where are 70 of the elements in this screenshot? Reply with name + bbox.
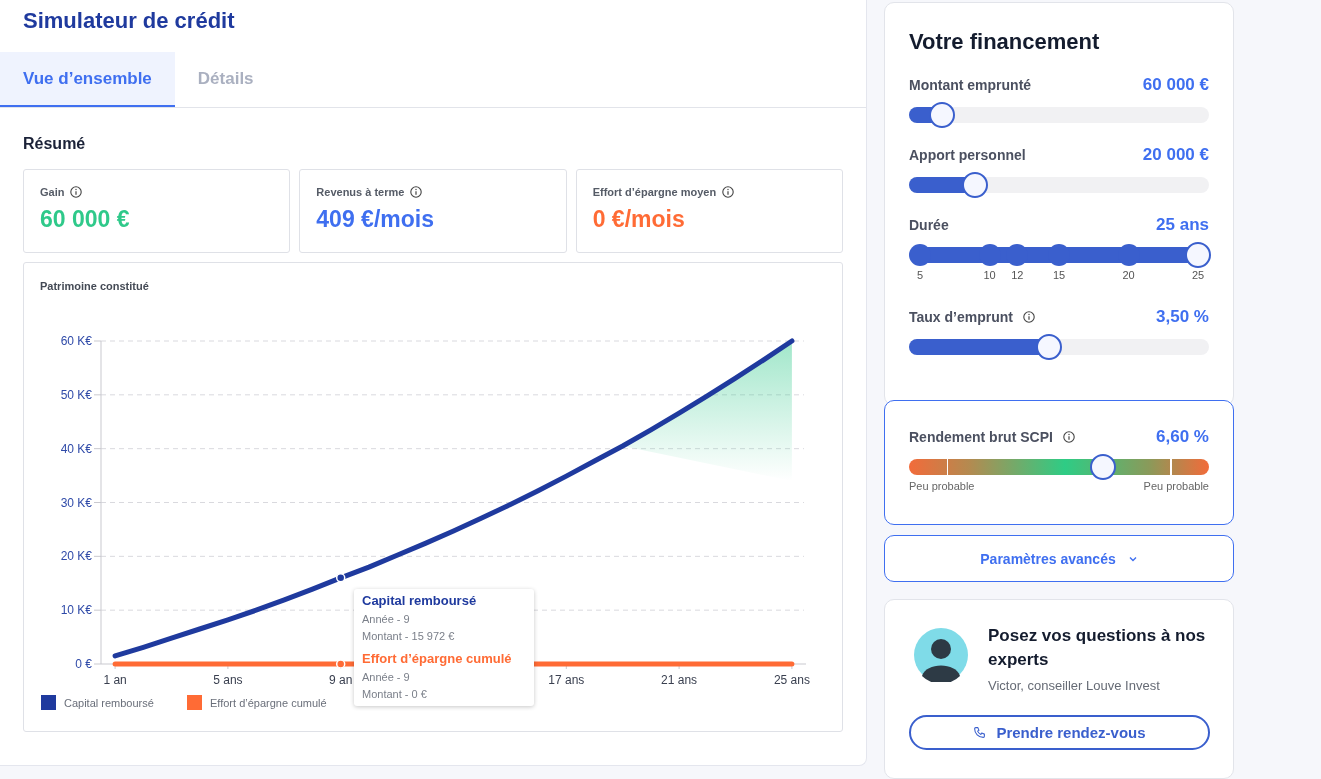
expert-subtitle: Victor, conseiller Louve Invest (988, 678, 1161, 693)
card-label: Gain (40, 186, 65, 198)
advanced-settings-button[interactable]: Paramètres avancés (884, 535, 1234, 582)
info-icon (410, 186, 423, 198)
avatar-icon (914, 628, 968, 682)
card-value: 409 €/mois (316, 206, 435, 233)
scale-note: Peu probable (1143, 480, 1209, 492)
card-label: Effort d’épargne moyen (592, 186, 717, 198)
card-value: 60 000 € (40, 206, 131, 233)
y-axis-label: 30 K€ (60, 495, 92, 510)
step-label: 15 (1052, 269, 1066, 281)
chart-title: Patrimoine constitué (39, 279, 150, 294)
slider-value: 25 ans (1156, 215, 1209, 235)
step-label: 20 (1122, 269, 1135, 281)
expert-heading: Posez vos questions à nos experts (988, 625, 1207, 671)
slider-value: 60 000 € (1142, 75, 1209, 95)
x-axis-label: 5 ans (213, 673, 243, 687)
step-label: 10 (983, 269, 996, 281)
card-label: Revenus à terme (316, 186, 405, 198)
legend-item: Effort d’épargne cumulé (187, 695, 327, 710)
slider-label: Rendement brut SCPI (909, 429, 1053, 445)
y-axis-label: 0 € (75, 657, 92, 671)
tooltip-title: Effort d’épargne cumulé (362, 651, 513, 666)
legend-item: Capital remboursé (41, 695, 154, 710)
tooltip-title: Capital remboursé (362, 593, 478, 608)
tooltip-text: Montant - 0 € (362, 688, 428, 700)
slider-thumb[interactable] (1185, 242, 1211, 268)
y-axis-label: 20 K€ (60, 549, 92, 564)
slider-value: 6,60 % (1156, 427, 1209, 447)
legend-label: Effort d’épargne cumulé (210, 697, 327, 709)
appointment-button[interactable]: Prendre rendez-vous (909, 715, 1210, 750)
card-title: Votre financement (909, 29, 1101, 55)
x-axis-label: 21 ans (661, 673, 698, 687)
scale-note: Peu probable (909, 480, 975, 492)
tooltip-text: Année - 9 (362, 613, 411, 625)
slider-label: Apport personnel (909, 147, 1026, 163)
legend-label: Capital remboursé (64, 697, 154, 709)
info-icon (70, 186, 83, 198)
y-axis-label: 10 K€ (60, 603, 92, 618)
card-value: 0 €/mois (592, 206, 686, 233)
x-axis-label: 9 an (329, 673, 353, 687)
step-label: 25 (1191, 269, 1205, 281)
slider-thumb[interactable] (962, 172, 988, 198)
slider-label: Durée (909, 217, 949, 233)
page-title: Simulateur de crédit (22, 7, 236, 35)
x-axis-label: 1 an (103, 673, 127, 687)
slider-thumb[interactable] (1089, 454, 1116, 480)
tooltip-text: Montant - 15 972 € (362, 630, 456, 642)
phone-icon (973, 726, 987, 739)
step-label: 5 (916, 269, 924, 281)
slider-label: Taux d’emprunt (909, 309, 1013, 325)
step-dot (909, 244, 931, 266)
section-heading: Résumé (23, 135, 87, 153)
chevron-down-icon (1127, 555, 1138, 562)
y-axis-label: 40 K€ (60, 441, 92, 456)
data-point (335, 573, 346, 583)
data-point (335, 659, 346, 669)
slider-value: 3,50 % (1156, 307, 1209, 327)
x-axis-label: 17 ans (548, 673, 585, 687)
slider-thumb[interactable] (929, 102, 955, 128)
tooltip-text: Année - 9 (362, 671, 411, 683)
step-label: 12 (1011, 269, 1024, 281)
x-axis-label: 25 ans (773, 673, 810, 687)
tab[interactable]: Vue d’ensemble (0, 52, 175, 107)
slider-value: 20 000 € (1142, 145, 1209, 165)
y-axis-label: 50 K€ (60, 387, 92, 402)
slider-label: Montant emprunté (909, 77, 1032, 93)
info-icon (722, 186, 735, 198)
slider-thumb[interactable] (1035, 334, 1062, 360)
y-axis-label: 60 K€ (60, 334, 92, 348)
